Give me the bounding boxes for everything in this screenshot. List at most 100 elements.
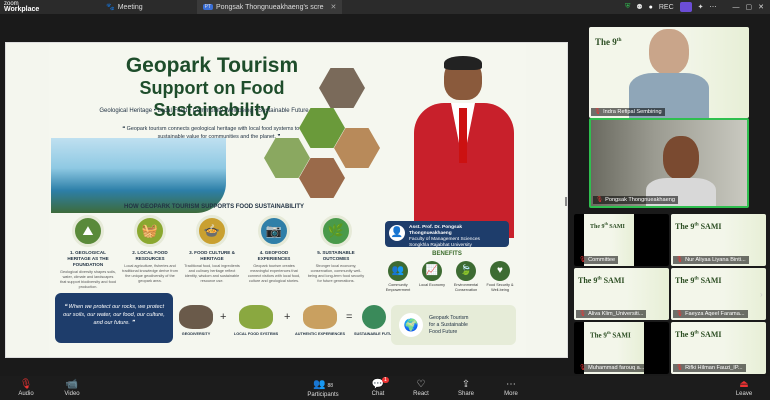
video-button[interactable]: 📹 Video: [52, 379, 92, 397]
window-close-icon[interactable]: ✕: [758, 3, 764, 11]
mic-muted-icon: 🎙: [19, 379, 33, 390]
share-icon: ⇪: [461, 379, 471, 390]
muted-mic-icon: 🎙: [596, 197, 604, 203]
share-button[interactable]: ⇪ Share: [446, 379, 486, 397]
minimize-icon[interactable]: —: [733, 4, 740, 11]
muted-mic-icon: 🎙: [676, 257, 684, 263]
equals-sign: =: [346, 311, 353, 323]
react-button[interactable]: ♡ React: [401, 379, 441, 397]
step-1: ⛰ 1. GEOLOGICAL HERITAGE AS THE FOUNDATI…: [59, 215, 117, 290]
community-icon: 👥: [388, 261, 408, 281]
participant-name: 🎙 Rifki Hilman Fauzi_IP...: [673, 364, 746, 372]
rocks-image: [179, 305, 213, 329]
benefit-label: Environmental Conservation: [453, 283, 479, 292]
tagline-text: Geopark Tourism for a Sustainable Food F…: [429, 315, 468, 336]
rec-label: REC: [658, 3, 674, 11]
globe-leaf-icon: 🌍: [399, 313, 423, 337]
formula-label: GEODIVERSITY: [181, 332, 211, 336]
step-desc: Geopark tourism creates meaningful exper…: [247, 264, 301, 283]
participants-icon: 👥 88: [312, 378, 333, 390]
speaker-university: Songkhla Rajabhat University: [409, 243, 472, 248]
leave-button[interactable]: ⏏ Leave: [724, 379, 764, 397]
person-icon: 👤: [389, 225, 405, 241]
topbar-right: ⛨ ⚉ ● REC ✦ ⋯ — ▢ ✕: [625, 2, 770, 12]
benefit-1: 👥 Community Empowerment: [381, 261, 415, 293]
benefit-label: Food Security & Well-being: [486, 283, 514, 292]
bowl-icon: 🍲: [196, 215, 228, 247]
dish-image: [303, 305, 337, 329]
muted-mic-icon: 🎙: [676, 365, 684, 371]
participant-face: [649, 29, 689, 75]
video-tile-pongsak[interactable]: 🎙 Pongsak Thongnueakhaeng: [589, 118, 749, 208]
tagline-line: Geopark Tourism: [429, 315, 469, 321]
video-tile-muhammad[interactable]: The 9th SAMI 🎙 Muhammad farouq a...: [574, 322, 669, 374]
formula-label: AUTHENTIC EXPERIENCES: [295, 332, 345, 336]
plus-sign: +: [284, 311, 291, 323]
video-tile-committee[interactable]: The 9th SAMI 🎙 Committee: [574, 214, 669, 266]
produce-image: [239, 305, 273, 329]
video-tile-aliva[interactable]: The 9th SAMI 🎙 Aliva Klim_Universiti...: [574, 268, 669, 320]
muted-mic-icon: 🎙: [579, 257, 587, 263]
more-button[interactable]: ⋯ More: [491, 379, 531, 397]
formula-item-1: GEODIVERSITY: [174, 305, 218, 336]
leaf-icon: 🍃: [456, 261, 476, 281]
people-icon[interactable]: ⚉: [636, 3, 642, 11]
chat-badge: 1: [382, 377, 389, 383]
shield-icon: ⛨: [625, 3, 631, 10]
close-icon[interactable]: ✕: [330, 3, 336, 11]
maximize-icon[interactable]: ▢: [746, 3, 753, 11]
tab-screen-share[interactable]: PT Pongsak Thongnueakhaeng's scre ✕: [196, 0, 343, 14]
chart-icon: 📈: [422, 261, 442, 281]
speaker-name: Asst. Prof. Dr. Pongsak Thongnueakhaeng: [409, 225, 463, 236]
step-title: 2. LOCAL FOOD RESOURCES: [132, 250, 168, 261]
step-4: 📷 4. GEOFOOD EXPERIENCES Geopark tourism…: [245, 215, 303, 284]
video-tile-nur[interactable]: The 9th SAMI 🎙 Nur Aliyaa Liyana Binti...: [671, 214, 766, 266]
step-title: 1. GEOLOGICAL HERITAGE AS THE FOUNDATION: [67, 250, 109, 267]
more-icon[interactable]: ⋯: [710, 3, 717, 11]
paw-icon: 🐾: [106, 4, 115, 11]
screen-share-icon: PT: [202, 4, 214, 10]
record-icon: ●: [648, 3, 653, 11]
participant-face: [663, 136, 699, 180]
split-handle[interactable]: [565, 197, 567, 206]
leave-label: Leave: [735, 391, 753, 397]
benefit-2: 📈 Local Economy: [415, 261, 449, 288]
step-title: 4. GEOFOOD EXPERIENCES: [257, 250, 291, 261]
audio-button[interactable]: 🎙 Audio: [6, 379, 46, 397]
step-5: 🌿 5. SUSTAINABLE OUTCOMES Stronger local…: [307, 215, 365, 284]
formula-label: LOCAL FOOD SYSTEMS: [233, 332, 279, 336]
tagline-line: Food Future: [429, 329, 458, 335]
next-page-arrow[interactable]: ›: [760, 290, 763, 299]
tagline-line: for a Sustainable: [429, 322, 468, 328]
step-desc: Local agriculture, fisheries and traditi…: [122, 264, 178, 283]
more-icon: ⋯: [506, 379, 516, 390]
participant-name: 🎙 Pongsak Thongnueakhaeng: [593, 196, 678, 204]
sami-prefix: The: [595, 37, 611, 47]
ai-companion-icon[interactable]: [679, 2, 692, 12]
step-desc: Traditional food, local ingredients and …: [184, 264, 240, 283]
benefit-3: 🍃 Environmental Conservation: [449, 261, 483, 293]
video-tile-faeyza[interactable]: The 9th SAMI 🎙 Faeyza Aqeel Farama...: [671, 268, 766, 320]
chat-button[interactable]: 💬 1 Chat: [358, 377, 398, 397]
video-tile-indra[interactable]: The 9th 🎙 Indra Refipal Sembiring: [589, 27, 749, 118]
formula-row: GEODIVERSITY + LOCAL FOOD SYSTEMS + AUTH…: [174, 305, 397, 345]
chat-label: Chat: [371, 391, 385, 397]
muted-mic-icon: 🎙: [579, 311, 587, 317]
slide-subtitle: Geological Heritage • Local Food • Commu…: [99, 108, 309, 114]
heart-icon: ♥: [490, 261, 510, 281]
react-icon: ♡: [416, 379, 426, 390]
step-title: 5. SUSTAINABLE OUTCOMES: [317, 250, 355, 261]
mountain-icon: ⛰: [72, 215, 104, 247]
participants-button[interactable]: 👥 88 Participants: [300, 379, 346, 398]
participant-name: 🎙 Indra Refipal Sembiring: [591, 108, 665, 116]
coastal-landscape-image: [51, 138, 226, 213]
formula-item-2: LOCAL FOOD SYSTEMS: [230, 305, 282, 336]
meeting-controls: 🎙 Audio 📹 Video 👥 88 Participants 💬 1 Cha…: [0, 376, 770, 400]
sparkle-icon[interactable]: ✦: [698, 3, 704, 11]
video-tile-rifki[interactable]: The 9th SAMI 🎙 Rifki Hilman Fauzi_IP...: [671, 322, 766, 374]
step-3: 🍲 3. FOOD CULTURE & HERITAGE Traditional…: [183, 215, 241, 284]
tab-meeting[interactable]: 🐾 Meeting: [100, 0, 149, 14]
step-desc: Geological diversity shapes soils, water…: [60, 270, 116, 289]
benefits-title: BENEFITS: [432, 251, 462, 257]
basket-icon: 🧺: [134, 215, 166, 247]
